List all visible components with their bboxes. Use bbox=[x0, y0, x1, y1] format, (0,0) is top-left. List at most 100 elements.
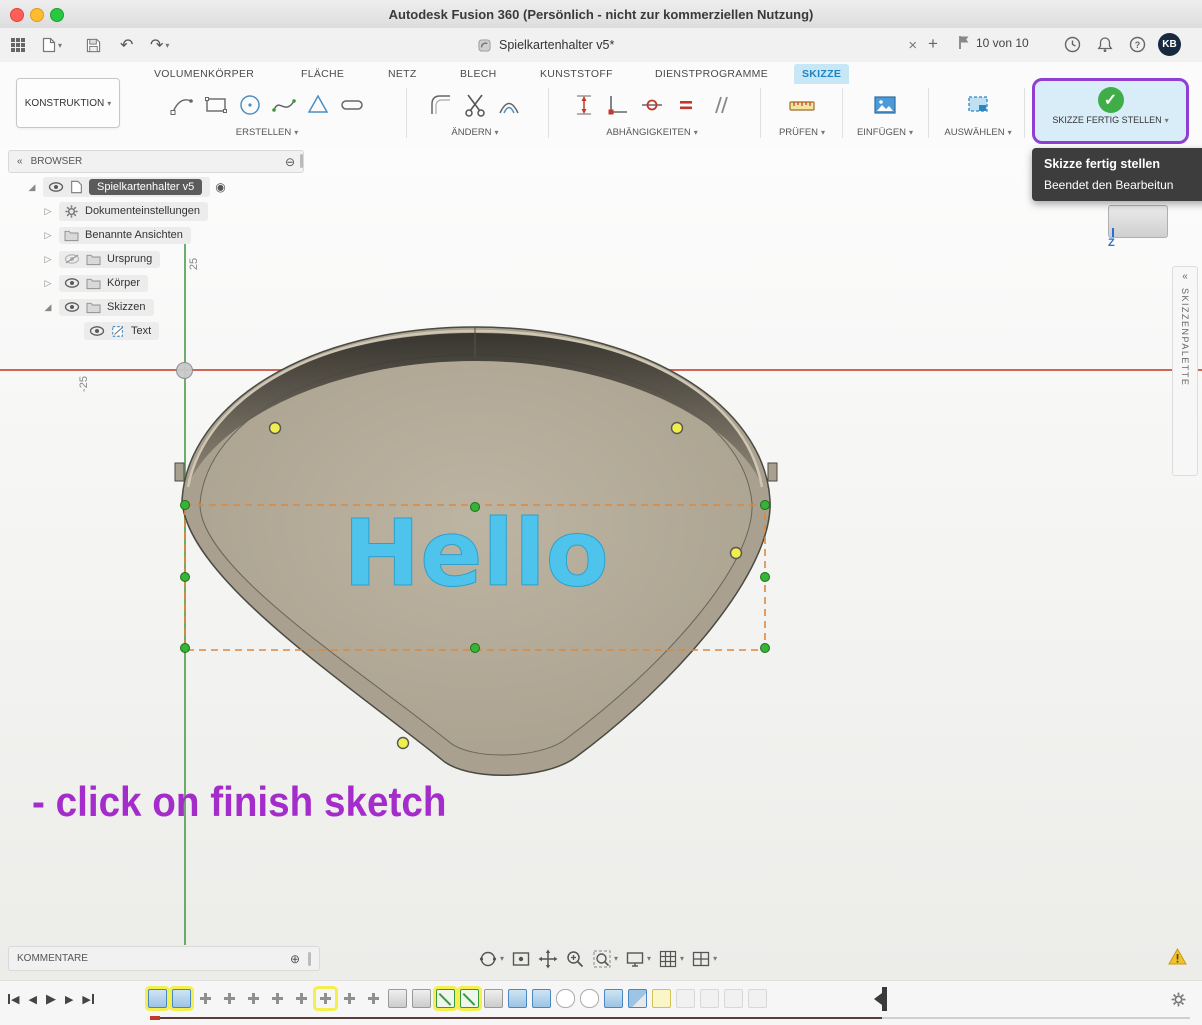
timeline-feature-suppressed[interactable] bbox=[700, 989, 719, 1008]
play-button[interactable]: ▶ bbox=[46, 991, 56, 1007]
fillet-tool-icon[interactable] bbox=[428, 92, 454, 118]
comments-bar[interactable]: KOMMENTARE ⊕ bbox=[8, 946, 320, 971]
group-label-einfuegen[interactable]: EINFÜGEN▾ bbox=[846, 127, 924, 138]
tree-row-dokumenteinstellungen[interactable]: ▷ Dokumenteinstellungen bbox=[42, 201, 304, 221]
card-holder-model[interactable]: Hello bbox=[148, 295, 808, 805]
skip-to-end-button[interactable]: ▶ bbox=[82, 993, 93, 1006]
job-status[interactable]: 10 von 10 bbox=[958, 35, 1029, 50]
sketch-palette-collapsed[interactable]: « SKIZZENPALETTE bbox=[1172, 266, 1198, 476]
timeline-feature-pending[interactable] bbox=[652, 989, 671, 1008]
document-tab[interactable]: Spielkartenhalter v5* × bbox=[468, 31, 927, 59]
timeline-feature-extrude[interactable] bbox=[388, 989, 407, 1008]
help-icon[interactable]: ? bbox=[1127, 34, 1147, 54]
timeline-feature-sketch[interactable] bbox=[148, 989, 167, 1008]
browser-minus-icon[interactable]: ⊖ bbox=[285, 155, 295, 169]
browser-header[interactable]: « BROWSER ⊖ bbox=[8, 150, 304, 173]
sketch-origin-point[interactable] bbox=[176, 362, 193, 379]
look-at-icon[interactable] bbox=[511, 949, 531, 969]
visibility-off-eye-icon[interactable] bbox=[64, 254, 80, 264]
slot-tool-icon[interactable] bbox=[339, 92, 365, 118]
tree-expanded-icon[interactable]: ◢ bbox=[42, 302, 54, 313]
viewcube[interactable] bbox=[1108, 205, 1168, 238]
timeline-feature-sketch[interactable] bbox=[172, 989, 191, 1008]
tree-item-label[interactable]: Skizzen bbox=[107, 301, 146, 313]
timeline-feature-shell[interactable] bbox=[604, 989, 623, 1008]
tree-item-label[interactable]: Dokumenteinstellungen bbox=[85, 205, 200, 217]
tree-row-root[interactable]: ◢ Spielkartenhalter v5 ◉ bbox=[26, 177, 304, 197]
orbit-icon[interactable]: ▾ bbox=[478, 949, 504, 969]
collapse-browser-icon[interactable]: « bbox=[17, 156, 23, 167]
tree-expanded-icon[interactable]: ◢ bbox=[26, 182, 38, 193]
step-back-button[interactable]: ◀ bbox=[28, 993, 36, 1006]
group-label-erstellen[interactable]: ERSTELLEN▾ bbox=[133, 127, 401, 138]
close-window-button[interactable] bbox=[10, 8, 24, 22]
dimension-tool-icon[interactable] bbox=[571, 92, 597, 118]
clock-icon[interactable] bbox=[1062, 34, 1082, 54]
tab-dienstprogramme[interactable]: DIENSTPROGRAMME bbox=[647, 64, 776, 84]
measure-tool-icon[interactable] bbox=[788, 92, 816, 118]
skip-to-start-button[interactable]: ◀ bbox=[8, 993, 19, 1006]
group-label-aendern[interactable]: ÄNDERN▾ bbox=[410, 127, 540, 138]
horizontal-vertical-constraint-icon[interactable] bbox=[605, 92, 631, 118]
tree-row-ursprung[interactable]: ▷ Ursprung bbox=[42, 249, 304, 269]
file-menu-button[interactable]: ▾ bbox=[42, 34, 62, 56]
visibility-eye-icon[interactable] bbox=[64, 278, 80, 288]
timeline-feature-sketch-selected[interactable] bbox=[436, 989, 455, 1008]
save-button[interactable] bbox=[86, 34, 101, 56]
tree-item-label[interactable]: Körper bbox=[107, 277, 140, 289]
timeline-feature-sketch-selected[interactable] bbox=[460, 989, 479, 1008]
redo-button[interactable]: ↷▾ bbox=[150, 34, 169, 56]
tree-collapsed-icon[interactable]: ▷ bbox=[42, 278, 54, 289]
timeline-feature-extrude[interactable] bbox=[532, 989, 551, 1008]
konstruktion-dropdown[interactable]: KONSTRUKTION ▾ bbox=[16, 78, 120, 128]
tree-item-label[interactable]: Text bbox=[131, 325, 151, 337]
minimize-window-button[interactable] bbox=[30, 8, 44, 22]
browser-scrollbar[interactable] bbox=[300, 154, 303, 168]
visibility-eye-icon[interactable] bbox=[64, 302, 80, 312]
spline-tool-icon[interactable] bbox=[271, 92, 297, 118]
maximize-window-button[interactable] bbox=[50, 8, 64, 22]
timeline-track-remaining[interactable] bbox=[882, 1017, 1190, 1019]
tree-collapsed-icon[interactable]: ▷ bbox=[42, 254, 54, 265]
undo-button[interactable]: ↶ bbox=[120, 34, 133, 56]
new-tab-button[interactable]: + bbox=[928, 34, 938, 54]
parallel-constraint-icon[interactable] bbox=[707, 92, 733, 118]
circle-tool-icon[interactable] bbox=[237, 92, 263, 118]
close-tab-icon[interactable]: × bbox=[908, 37, 917, 54]
tab-netz[interactable]: NETZ bbox=[380, 64, 425, 84]
select-tool-icon[interactable] bbox=[965, 92, 991, 118]
tab-skizze[interactable]: SKIZZE bbox=[794, 64, 849, 84]
group-label-auswaehlen[interactable]: AUSWÄHLEN▾ bbox=[934, 127, 1022, 138]
expand-panel-icon[interactable]: « bbox=[1173, 271, 1197, 282]
timeline-playhead[interactable] bbox=[874, 987, 887, 1011]
equal-constraint-icon[interactable] bbox=[673, 92, 699, 118]
timeline-feature-fillet[interactable] bbox=[580, 989, 599, 1008]
timeline-feature-combine[interactable] bbox=[628, 989, 647, 1008]
tree-row-text-sketch[interactable]: Text bbox=[84, 321, 304, 341]
tree-collapsed-icon[interactable]: ▷ bbox=[42, 206, 54, 217]
visibility-eye-icon[interactable] bbox=[89, 326, 105, 336]
sketch-text-hello[interactable]: Hello bbox=[343, 500, 609, 607]
notifications-bell-icon[interactable] bbox=[1095, 34, 1115, 54]
zoom-fit-icon[interactable]: ▾ bbox=[592, 949, 618, 969]
finish-sketch-button[interactable]: ✓ SKIZZE FERTIG STELLEN▾ bbox=[1032, 78, 1189, 144]
step-forward-button[interactable]: ▶ bbox=[65, 993, 73, 1006]
timeline-settings-gear-icon[interactable] bbox=[1170, 991, 1187, 1013]
timeline-feature-move[interactable] bbox=[268, 989, 287, 1008]
zoom-icon[interactable] bbox=[565, 949, 585, 969]
activate-component-icon[interactable]: ◉ bbox=[215, 180, 225, 194]
pan-icon[interactable] bbox=[538, 949, 558, 969]
polygon-tool-icon[interactable] bbox=[305, 92, 331, 118]
insert-image-icon[interactable] bbox=[872, 92, 898, 118]
group-label-abhaengigkeiten[interactable]: ABHÄNGIGKEITEN▾ bbox=[552, 127, 752, 138]
timeline-feature-fillet[interactable] bbox=[556, 989, 575, 1008]
tab-flaeche[interactable]: FLÄCHE bbox=[293, 64, 352, 84]
group-label-pruefen[interactable]: PRÜFEN▾ bbox=[766, 127, 838, 138]
timeline-feature-extrude[interactable] bbox=[412, 989, 431, 1008]
app-grid-icon[interactable] bbox=[10, 34, 26, 56]
trim-scissors-icon[interactable] bbox=[462, 92, 488, 118]
coincident-constraint-icon[interactable] bbox=[639, 92, 665, 118]
timeline-feature-suppressed[interactable] bbox=[724, 989, 743, 1008]
tree-item-root-label[interactable]: Spielkartenhalter v5 bbox=[89, 179, 202, 195]
comments-scrollbar[interactable] bbox=[308, 952, 311, 966]
